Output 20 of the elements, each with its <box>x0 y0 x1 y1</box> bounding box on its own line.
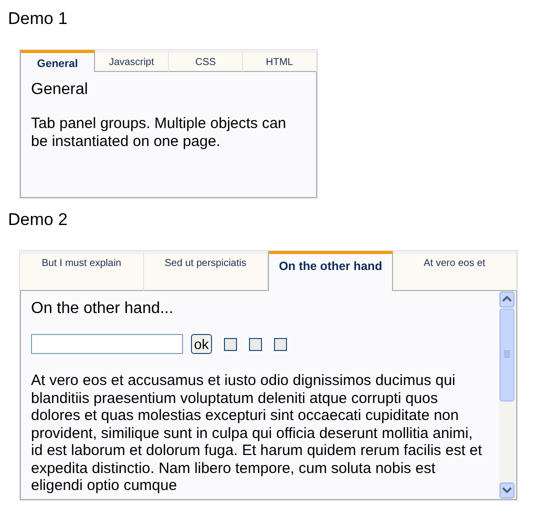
tab[interactable]: At vero eos et <box>393 251 517 291</box>
panel-text: At vero eos et accusamus et iusto odio dignissimos ducimus qui blanditiis praesentium voluptatum deleniti atque corrupti quos dolores et quas molestias excepturi sint occaecati cupiditate non provident, similique sunt in culpa qui officia deserunt mollitia animi, id est laborum et dolorum fuga. Et harum quidem rerum facilis est et expedita distinctio. Nam libero tempore, cum soluta nobis est eligendi optio cumque <box>31 372 484 494</box>
ok-button[interactable]: ok <box>191 334 212 354</box>
tab[interactable]: General <box>20 50 95 72</box>
panel-text: Tab panel groups. Multiple objects can be instantiated on one page. <box>31 115 288 150</box>
checkbox[interactable] <box>274 338 287 350</box>
demo-heading: Demo 2 <box>8 209 69 231</box>
tab[interactable]: Javascript <box>95 50 169 72</box>
scrollbar[interactable] <box>499 291 515 499</box>
tab[interactable]: Sed ut perspiciatis <box>144 251 268 291</box>
tab[interactable]: On the other hand <box>268 251 393 291</box>
text-field[interactable] <box>31 334 183 354</box>
demo-heading: Demo 1 <box>8 8 69 30</box>
tab[interactable]: But I must explain <box>20 251 144 291</box>
panel-title: General <box>31 80 89 100</box>
tab[interactable]: CSS <box>169 50 243 72</box>
checkbox[interactable] <box>248 338 262 350</box>
tab[interactable]: HTML <box>243 50 317 72</box>
panel-title: On the other hand... <box>31 299 174 319</box>
checkbox[interactable] <box>224 338 237 350</box>
